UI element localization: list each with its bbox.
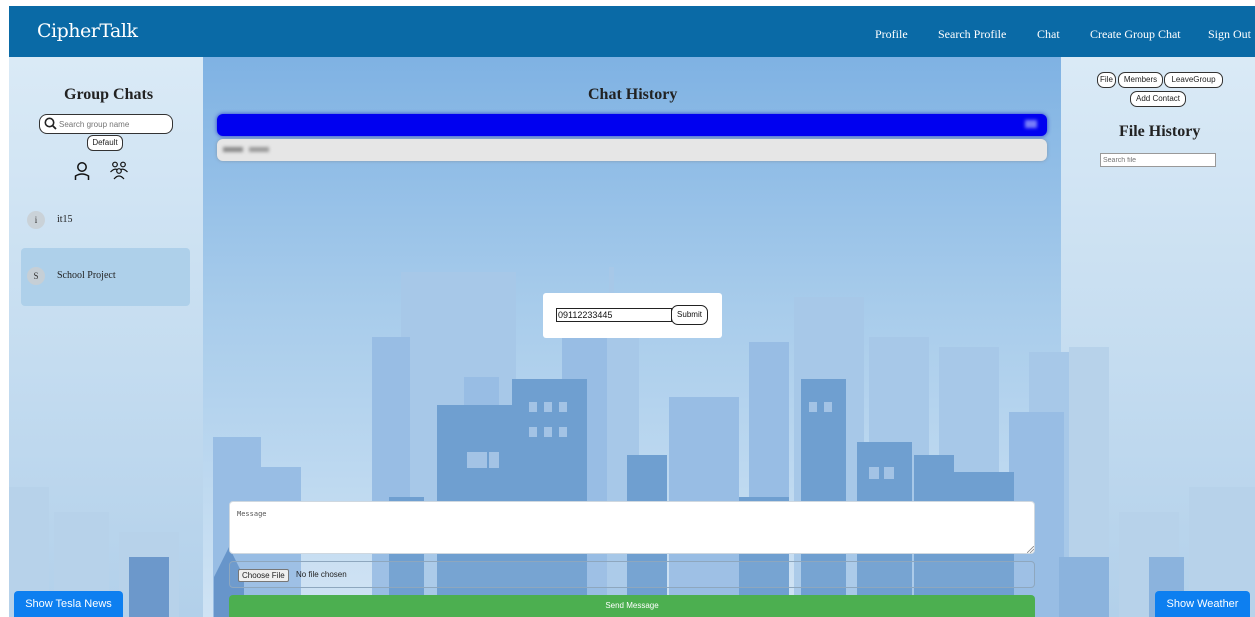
navbar: CipherTalk Profile Search Profile Chat C… xyxy=(9,6,1255,57)
chat-name: it15 xyxy=(57,214,73,225)
chat-list-item-it15[interactable]: i it15 xyxy=(21,203,190,235)
show-tesla-news-button[interactable]: Show Tesla News xyxy=(14,591,123,617)
chat-avatar: S xyxy=(27,267,45,285)
chat-history-title: Chat History xyxy=(588,86,678,103)
group-search-box[interactable] xyxy=(39,114,173,134)
group-search-input[interactable] xyxy=(59,117,167,131)
no-file-chosen-text: No file chosen xyxy=(296,570,347,579)
search-icon xyxy=(44,117,57,130)
file-button[interactable]: File xyxy=(1097,72,1116,88)
message-input[interactable] xyxy=(229,501,1035,554)
members-button[interactable]: Members xyxy=(1118,72,1163,88)
group-icon[interactable] xyxy=(109,160,129,180)
resize-handle-icon[interactable] xyxy=(1027,546,1034,553)
group-chats-title: Group Chats xyxy=(64,86,154,103)
file-search-input[interactable] xyxy=(1100,153,1216,167)
show-weather-button[interactable]: Show Weather xyxy=(1155,591,1250,617)
nav-search-profile[interactable]: Search Profile xyxy=(938,27,1006,42)
file-attachment-row: Choose File No file chosen xyxy=(229,561,1035,588)
add-contact-button[interactable]: Add Contact xyxy=(1130,91,1186,107)
submit-button[interactable]: Submit xyxy=(671,305,708,325)
chat-avatar: i xyxy=(27,211,45,229)
leave-group-button[interactable]: LeaveGroup xyxy=(1164,72,1223,88)
phone-number-input[interactable] xyxy=(556,308,672,322)
blurred-message-text xyxy=(1025,120,1037,128)
blurred-message-text xyxy=(249,147,269,152)
phone-verification-dialog: Submit xyxy=(543,293,722,338)
file-history-title: File History xyxy=(1119,123,1201,140)
received-message-bubble xyxy=(217,139,1047,161)
nav-chat[interactable]: Chat xyxy=(1037,27,1060,42)
nav-sign-out[interactable]: Sign Out xyxy=(1208,27,1251,42)
person-icon[interactable] xyxy=(74,161,90,181)
nav-profile[interactable]: Profile xyxy=(875,27,908,42)
choose-file-button[interactable]: Choose File xyxy=(238,569,289,582)
sent-message-bubble xyxy=(217,114,1047,136)
chat-list-item-school-project[interactable]: S School Project xyxy=(21,248,190,306)
default-button[interactable]: Default xyxy=(87,135,123,151)
send-message-button[interactable]: Send Message xyxy=(229,595,1035,617)
nav-create-group-chat[interactable]: Create Group Chat xyxy=(1090,27,1181,42)
brand-logo[interactable]: CipherTalk xyxy=(37,20,138,42)
chat-name: School Project xyxy=(57,270,116,281)
blurred-sender-name xyxy=(223,147,243,152)
